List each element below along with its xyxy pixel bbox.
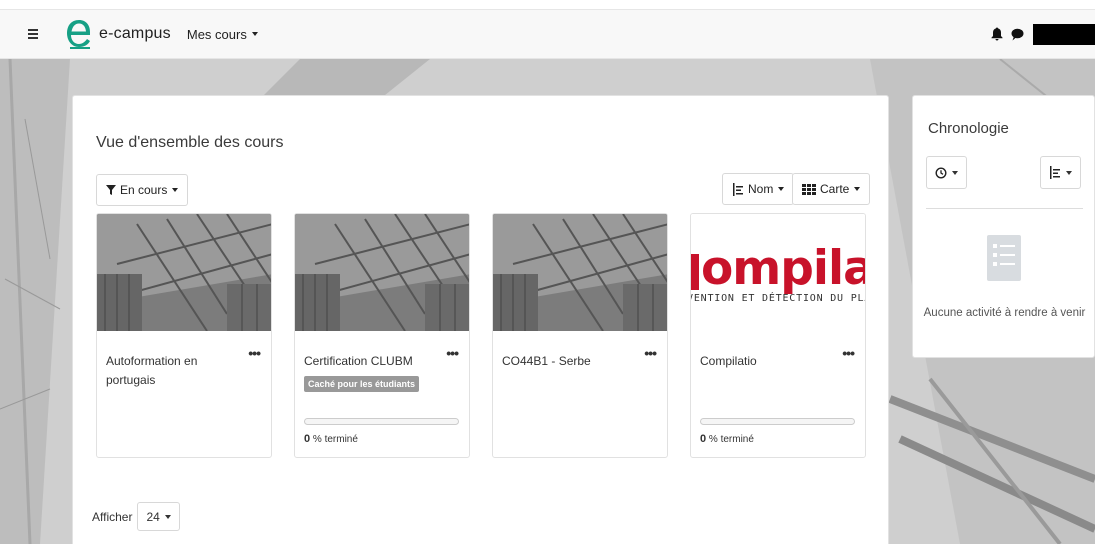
course-card-serbe[interactable]: CO44B1 - Serbe •••	[492, 213, 668, 458]
sort-list-icon	[1050, 166, 1060, 179]
chevron-down-icon	[172, 188, 179, 192]
course-image	[97, 214, 271, 331]
course-image	[493, 214, 667, 331]
chevron-down-icon	[1066, 170, 1072, 175]
compilatio-logo-word: ompilatic	[691, 241, 865, 296]
progress-label: % terminé	[312, 434, 358, 445]
mes-cours-menu[interactable]: Mes cours	[187, 27, 258, 42]
progress-text: 0 % terminé	[700, 433, 754, 445]
course-overview-block: Vue d'ensemble des cours En cours Nom Ca…	[72, 95, 889, 544]
user-menu[interactable]	[1033, 23, 1095, 45]
navbar-right	[987, 10, 1095, 58]
view-label: Carte	[820, 182, 850, 196]
sort-dropdown[interactable]: Nom	[722, 173, 795, 205]
chevron-down-icon	[778, 187, 785, 191]
sort-label: Nom	[748, 182, 774, 196]
more-options-icon[interactable]: •••	[842, 346, 855, 360]
progress-text: 0 % terminé	[304, 433, 358, 445]
course-image	[295, 214, 469, 331]
course-card-certification[interactable]: Certification CLUBM ••• Caché pour les é…	[294, 213, 470, 458]
chevron-down-icon	[952, 170, 958, 175]
more-options-icon[interactable]: •••	[248, 346, 261, 360]
more-options-icon[interactable]: •••	[446, 346, 459, 360]
chronologie-block: Chronologie Aucune activité à rendre à v…	[912, 95, 1095, 358]
overview-title: Vue d'ensemble des cours	[96, 134, 284, 151]
chronologie-sort-dropdown[interactable]	[1040, 156, 1081, 189]
pagination-show: Afficher 24	[92, 502, 180, 531]
progress-bar	[304, 418, 459, 425]
course-name[interactable]: Certification CLUBM	[304, 352, 434, 371]
top-navbar: e-campus Mes cours	[0, 9, 1095, 59]
bell-icon[interactable]	[987, 24, 1007, 44]
course-name[interactable]: CO44B1 - Serbe	[502, 352, 632, 371]
course-card-compilatio[interactable]: ompilatic VENTION ET DÉTECTION DU PLAGI.…	[690, 213, 866, 458]
progress-value: 0	[304, 433, 311, 445]
chevron-down-icon	[854, 187, 861, 191]
sort-list-icon	[733, 182, 743, 196]
progress-value: 0	[700, 433, 707, 445]
divider	[926, 208, 1083, 209]
grid-icon	[802, 183, 816, 195]
chat-icon[interactable]	[1007, 24, 1027, 44]
show-label: Afficher	[92, 509, 133, 524]
filter-label: En cours	[120, 183, 168, 197]
hidden-badge: Caché pour les étudiants	[304, 376, 420, 392]
compilatio-logo: ompilatic VENTION ET DÉTECTION DU PLAGI.	[691, 214, 865, 331]
chronologie-title: Chronologie	[928, 120, 1009, 137]
compilatio-logo-tagline: VENTION ET DÉTECTION DU PLAGI.	[691, 293, 865, 304]
filter-icon	[106, 185, 116, 195]
menu-icon[interactable]	[22, 22, 46, 46]
chevron-down-icon	[164, 514, 171, 519]
filter-dropdown[interactable]: En cours	[96, 174, 189, 206]
chronologie-empty-text: Aucune activité à rendre à venir	[923, 307, 1086, 319]
show-count-dropdown[interactable]: 24	[137, 502, 180, 531]
empty-list-icon	[987, 235, 1021, 281]
mes-cours-label: Mes cours	[186, 26, 247, 42]
course-name[interactable]: Autoformation en portugais	[106, 352, 236, 390]
chevron-down-icon	[251, 32, 258, 36]
brand-name: e-campus	[99, 25, 171, 42]
course-card-autoformation[interactable]: Autoformation en portugais •••	[96, 213, 272, 458]
brand-link[interactable]: e-campus	[66, 18, 171, 50]
e-campus-logo-icon	[67, 20, 90, 49]
progress-bar	[700, 418, 855, 425]
view-dropdown[interactable]: Carte	[792, 173, 871, 205]
course-name[interactable]: Compilatio	[700, 352, 830, 371]
chronologie-filter-dropdown[interactable]	[926, 156, 967, 189]
progress-label: % terminé	[708, 434, 754, 445]
show-count: 24	[146, 509, 160, 524]
clock-icon	[935, 166, 947, 179]
more-options-icon[interactable]: •••	[644, 346, 657, 360]
